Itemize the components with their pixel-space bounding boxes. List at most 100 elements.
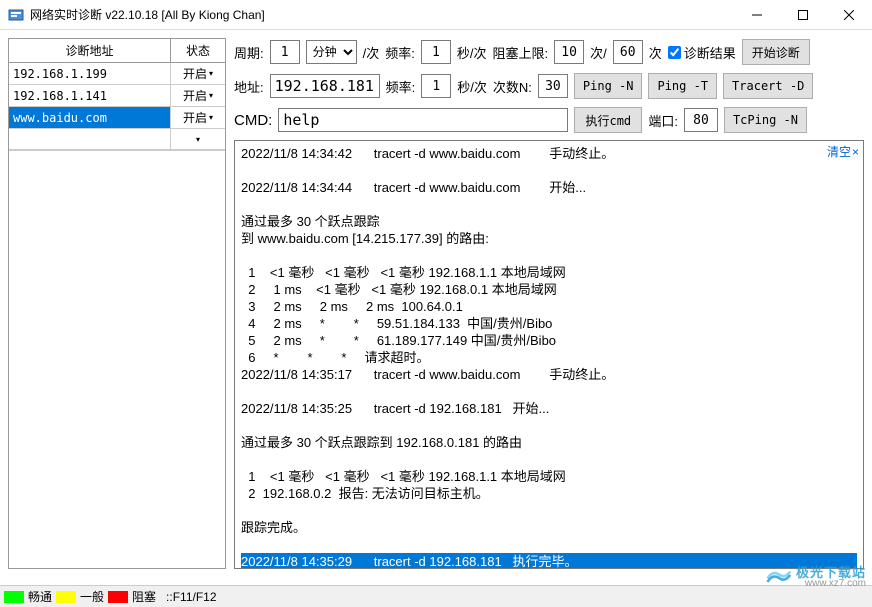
- output-line: 2022/11/8 14:35:25 tracert -d 192.168.18…: [241, 400, 857, 417]
- header-address: 诊断地址: [9, 39, 171, 62]
- status-ok: 畅通: [28, 588, 52, 605]
- output-text[interactable]: 2022/11/8 14:34:42 tracert -d www.baidu.…: [235, 141, 863, 568]
- output-line: 2022/11/8 14:34:44 tracert -d www.baidu.…: [241, 179, 857, 196]
- block-mid-label: 次/: [590, 43, 607, 62]
- output-line: 2022/11/8 14:35:17 tracert -d www.baidu.…: [241, 366, 857, 383]
- address-row[interactable]: www.baidu.com开启▾: [9, 107, 225, 129]
- maximize-button[interactable]: [780, 0, 826, 29]
- period-label: 周期:: [234, 43, 264, 62]
- output-line: [241, 247, 857, 264]
- minimize-button[interactable]: [734, 0, 780, 29]
- output-line: [241, 451, 857, 468]
- output-line: 4 2 ms * * 59.51.184.133 中国/贵州/Bibo: [241, 315, 857, 332]
- output-line: 1 <1 毫秒 <1 毫秒 <1 毫秒 192.168.1.1 本地局域网: [241, 264, 857, 281]
- output-line: 3 2 ms 2 ms 2 ms 100.64.0.1: [241, 298, 857, 315]
- clear-link[interactable]: 清空×: [827, 143, 859, 160]
- watermark-url: www.xz7.com: [796, 578, 866, 589]
- block-label: 阻塞上限:: [493, 43, 549, 62]
- chevron-down-icon: ▾: [196, 135, 200, 144]
- freq-input-2[interactable]: [421, 74, 451, 98]
- addr-label: 地址:: [234, 77, 264, 96]
- freq-label-1: 频率:: [385, 43, 415, 62]
- address-cell[interactable]: [9, 129, 171, 150]
- address-cell[interactable]: 192.168.1.199: [9, 63, 171, 85]
- diag-result-checkbox-wrap[interactable]: 诊断结果: [668, 43, 736, 62]
- period-row: 周期: 分钟 /次 频率: 秒/次 阻塞上限: 次/ 次 诊断结果 开始诊断: [234, 38, 864, 66]
- block-suffix-label: 次: [649, 43, 662, 62]
- output-line: 跟踪完成。: [241, 519, 857, 536]
- address-row-empty[interactable]: ▾: [9, 129, 225, 151]
- ping-n-button[interactable]: Ping -N: [574, 73, 643, 99]
- output-line: 到 www.baidu.com [14.215.177.39] 的路由:: [241, 230, 857, 247]
- address-row: 地址: 频率: 秒/次 次数N: Ping -N Ping -T Tracert…: [234, 72, 864, 100]
- cmd-row: CMD: 执行cmd 端口: TcPing -N: [234, 106, 864, 134]
- address-row[interactable]: 192.168.1.141开启▾: [9, 85, 225, 107]
- address-cell[interactable]: 192.168.1.141: [9, 85, 171, 107]
- freq-input-1[interactable]: [421, 40, 451, 64]
- status-dropdown[interactable]: ▾: [171, 129, 225, 150]
- cmd-label: CMD:: [234, 112, 272, 129]
- window-title: 网络实时诊断 v22.10.18 [All By Kiong Chan]: [30, 6, 734, 23]
- count-label: 次数N:: [493, 77, 532, 96]
- status-keys: ::F11/F12: [166, 590, 216, 604]
- freq-unit-2: 秒/次: [457, 77, 487, 96]
- right-panel: 周期: 分钟 /次 频率: 秒/次 阻塞上限: 次/ 次 诊断结果 开始诊断 地…: [234, 38, 864, 569]
- swatch-red: [108, 591, 128, 603]
- titlebar: 网络实时诊断 v22.10.18 [All By Kiong Chan]: [0, 0, 872, 30]
- address-cell[interactable]: www.baidu.com: [9, 107, 171, 129]
- output-line: [241, 417, 857, 434]
- output-line: 通过最多 30 个跃点跟踪: [241, 213, 857, 230]
- output-line: [241, 502, 857, 519]
- statusbar: 畅通 一般 阻塞 ::F11/F12: [0, 585, 872, 607]
- tracert-d-button[interactable]: Tracert -D: [723, 73, 813, 99]
- app-icon: [8, 7, 24, 23]
- clear-label: 清空: [827, 145, 851, 159]
- address-row[interactable]: 192.168.1.199开启▾: [9, 63, 225, 85]
- status-dropdown[interactable]: 开启▾: [171, 107, 225, 129]
- output-line: 2 192.168.0.2 报告: 无法访问目标主机。: [241, 485, 857, 502]
- output-line: 2022/11/8 14:34:42 tracert -d www.baidu.…: [241, 145, 857, 162]
- per-times-label: /次: [363, 43, 380, 62]
- output-line: 1 <1 毫秒 <1 毫秒 <1 毫秒 192.168.1.1 本地局域网: [241, 468, 857, 485]
- status-normal: 一般: [80, 588, 104, 605]
- window-controls: [734, 0, 872, 29]
- exec-cmd-button[interactable]: 执行cmd: [574, 107, 642, 133]
- period-unit-select[interactable]: 分钟: [306, 40, 357, 64]
- swatch-green: [4, 591, 24, 603]
- swatch-yellow: [56, 591, 76, 603]
- chevron-down-icon: ▾: [209, 113, 213, 122]
- block-input-1[interactable]: [554, 40, 584, 64]
- header-status: 状态: [171, 39, 225, 62]
- addr-input[interactable]: [270, 74, 380, 98]
- status-dropdown[interactable]: 开启▾: [171, 63, 225, 85]
- output-line: [241, 383, 857, 400]
- output-line: [241, 162, 857, 179]
- count-input[interactable]: [538, 74, 568, 98]
- output-line: 5 2 ms * * 61.189.177.149 中国/贵州/Bibo: [241, 332, 857, 349]
- address-list[interactable]: 192.168.1.199开启▾192.168.1.141开启▾www.baid…: [9, 63, 225, 568]
- tcping-n-button[interactable]: TcPing -N: [724, 107, 807, 133]
- status-blocked: 阻塞: [132, 588, 156, 605]
- port-label: 端口:: [648, 111, 678, 130]
- port-input[interactable]: [684, 108, 718, 132]
- cmd-input[interactable]: [278, 108, 568, 132]
- output-line: 6 * * * 请求超时。: [241, 349, 857, 366]
- ping-t-button[interactable]: Ping -T: [648, 73, 717, 99]
- freq-label-2: 频率:: [386, 77, 416, 96]
- output-line: 2 1 ms <1 毫秒 <1 毫秒 192.168.0.1 本地局域网: [241, 281, 857, 298]
- chevron-down-icon: ▾: [209, 69, 213, 78]
- freq-unit-1: 秒/次: [457, 43, 487, 62]
- start-diag-button[interactable]: 开始诊断: [742, 39, 810, 65]
- address-header: 诊断地址 状态: [9, 39, 225, 63]
- output-line: 通过最多 30 个跃点跟踪到 192.168.0.181 的路由: [241, 434, 857, 451]
- output-line: [241, 196, 857, 213]
- status-dropdown[interactable]: 开启▾: [171, 85, 225, 107]
- watermark: 极光下载站 www.xz7.com: [764, 561, 866, 589]
- close-button[interactable]: [826, 0, 872, 29]
- block-input-2[interactable]: [613, 40, 643, 64]
- diag-result-checkbox[interactable]: [668, 46, 681, 59]
- output-line: [241, 536, 857, 553]
- address-panel: 诊断地址 状态 192.168.1.199开启▾192.168.1.141开启▾…: [8, 38, 226, 569]
- diag-result-label: 诊断结果: [684, 43, 736, 62]
- period-input[interactable]: [270, 40, 300, 64]
